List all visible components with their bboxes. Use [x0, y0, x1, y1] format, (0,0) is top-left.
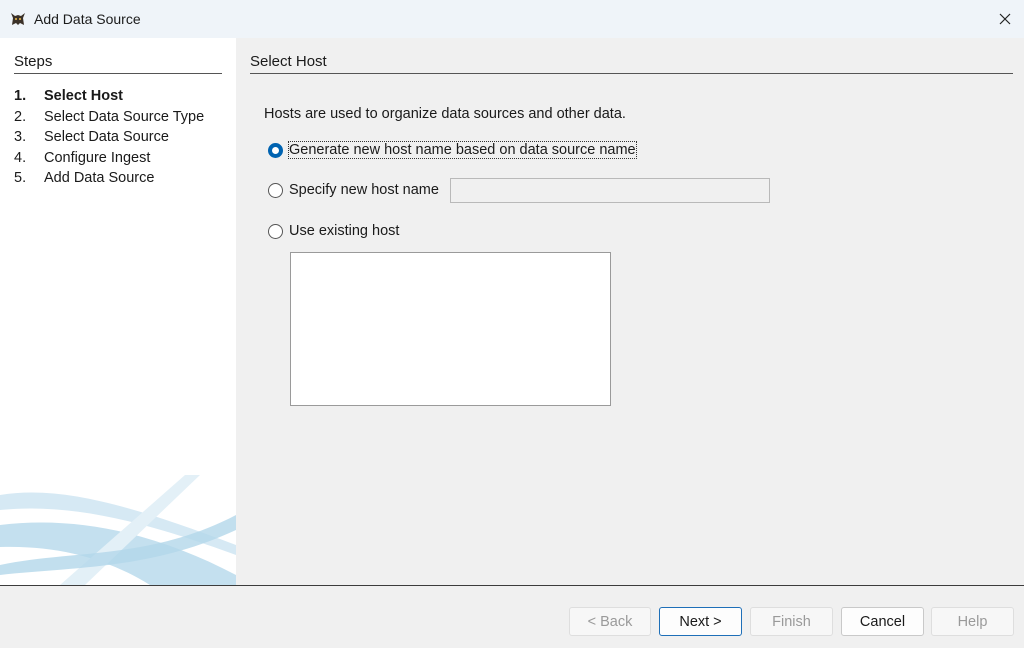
page-title: Select Host: [250, 53, 1013, 74]
step-label: Select Host: [44, 88, 123, 104]
steps-list: 1. Select Host 2. Select Data Source Typ…: [14, 88, 204, 191]
next-button-label: Next >: [679, 613, 722, 630]
step-label: Select Data Source: [44, 129, 169, 145]
description-text: Hosts are used to organize data sources …: [264, 106, 626, 122]
window-title: Add Data Source: [34, 11, 141, 27]
step-number: 3.: [14, 129, 27, 145]
specify-host-radio[interactable]: [268, 182, 283, 198]
help-button-label: Help: [957, 613, 988, 630]
step-item: 3. Select Data Source: [14, 129, 204, 150]
step-label: Add Data Source: [44, 170, 155, 186]
autopsy-dog-icon: [11, 13, 25, 25]
existing-host-option[interactable]: Use existing host: [268, 223, 399, 239]
existing-host-list[interactable]: [290, 252, 611, 406]
step-item: 4. Configure Ingest: [14, 150, 204, 171]
cancel-button[interactable]: Cancel: [841, 607, 924, 636]
step-label: Configure Ingest: [44, 149, 151, 166]
steps-panel: Steps 1. Select Host 2. Select Data Sour…: [0, 38, 236, 585]
host-name-input[interactable]: [450, 178, 770, 203]
specify-host-label[interactable]: Specify new host name: [289, 182, 439, 198]
step-number: 1.: [14, 88, 27, 104]
step-item: 2. Select Data Source Type: [14, 109, 204, 130]
cancel-button-label: Cancel: [859, 613, 906, 630]
button-bar: < Back Next > Finish Cancel Help: [0, 586, 1024, 648]
generate-host-radio[interactable]: [268, 142, 283, 158]
back-button-label: < Back: [587, 613, 633, 630]
generate-host-label[interactable]: Generate new host name based on data sou…: [288, 141, 637, 159]
specify-host-option[interactable]: Specify new host name: [268, 182, 439, 198]
back-button[interactable]: < Back: [569, 607, 651, 636]
step-label: Select Data Source Type: [44, 108, 205, 125]
step-item: 1. Select Host: [14, 88, 204, 109]
step-number: 4.: [14, 149, 27, 166]
step-number: 2.: [14, 108, 27, 125]
close-icon: [999, 13, 1011, 25]
decorative-swoosh: [0, 475, 236, 585]
next-button[interactable]: Next >: [659, 607, 742, 636]
existing-host-radio[interactable]: [268, 223, 283, 239]
existing-host-label[interactable]: Use existing host: [289, 223, 399, 239]
content-panel: Select Host Hosts are used to organize d…: [236, 38, 1024, 585]
step-item: 5. Add Data Source: [14, 170, 204, 191]
help-button[interactable]: Help: [931, 607, 1014, 636]
finish-button-label: Finish: [772, 613, 811, 630]
finish-button[interactable]: Finish: [750, 607, 833, 636]
steps-header: Steps: [14, 53, 222, 74]
title-bar: Add Data Source: [0, 0, 1024, 39]
generate-host-option[interactable]: Generate new host name based on data sou…: [268, 141, 637, 159]
step-number: 5.: [14, 170, 27, 186]
close-button[interactable]: [986, 0, 1024, 38]
